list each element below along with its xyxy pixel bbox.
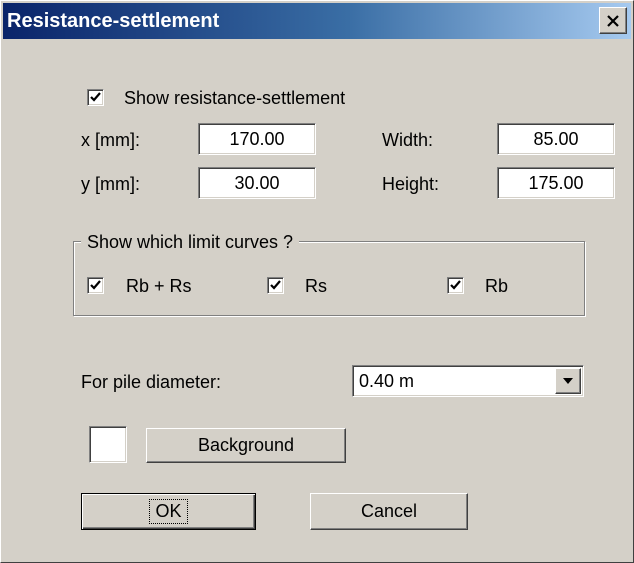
height-input[interactable] [501, 171, 611, 195]
height-label: Height: [382, 174, 440, 194]
rb-rs-checkbox[interactable] [87, 277, 104, 294]
resistance-settlement-dialog: Resistance-settlement Show resistance-se… [0, 0, 634, 563]
background-button[interactable]: Background [146, 428, 346, 463]
checkmark-icon [90, 92, 101, 102]
limit-curves-title: Show which limit curves ? [81, 231, 300, 253]
rs-checkbox[interactable] [267, 277, 284, 294]
y-input[interactable] [202, 171, 312, 195]
close-icon [607, 14, 619, 27]
height-field[interactable] [497, 167, 615, 199]
rb-rs-label: Rb + Rs [126, 276, 192, 296]
ok-button-label: OK [149, 499, 188, 524]
checkmark-icon [90, 280, 101, 290]
show-resistance-settlement-checkbox[interactable] [87, 89, 104, 106]
dialog-title: Resistance-settlement [7, 10, 220, 32]
pile-diameter-value: 0.40 m [359, 371, 415, 391]
width-input[interactable] [501, 127, 611, 151]
checkmark-icon [270, 280, 281, 290]
y-label: y [mm]: [81, 174, 140, 194]
rb-checkbox[interactable] [447, 277, 464, 294]
background-color-swatch[interactable] [89, 426, 127, 463]
show-resistance-settlement-label: Show resistance-settlement [124, 88, 346, 108]
checkmark-icon [450, 280, 461, 290]
pile-diameter-label: For pile diameter: [81, 372, 222, 392]
cancel-button[interactable]: Cancel [310, 493, 468, 530]
dropdown-button[interactable] [555, 368, 581, 394]
pile-diameter-select[interactable]: 0.40 m [352, 365, 584, 397]
title-bar: Resistance-settlement [3, 3, 631, 39]
chevron-down-icon [563, 378, 573, 384]
y-field[interactable] [198, 167, 316, 199]
width-label: Width: [382, 130, 434, 150]
rs-label: Rs [305, 276, 327, 296]
width-field[interactable] [497, 123, 615, 155]
x-field[interactable] [198, 123, 316, 155]
close-button[interactable] [599, 7, 627, 34]
rb-label: Rb [485, 276, 509, 296]
x-input[interactable] [202, 127, 312, 151]
x-label: x [mm]: [81, 130, 140, 150]
ok-button[interactable]: OK [81, 493, 256, 530]
